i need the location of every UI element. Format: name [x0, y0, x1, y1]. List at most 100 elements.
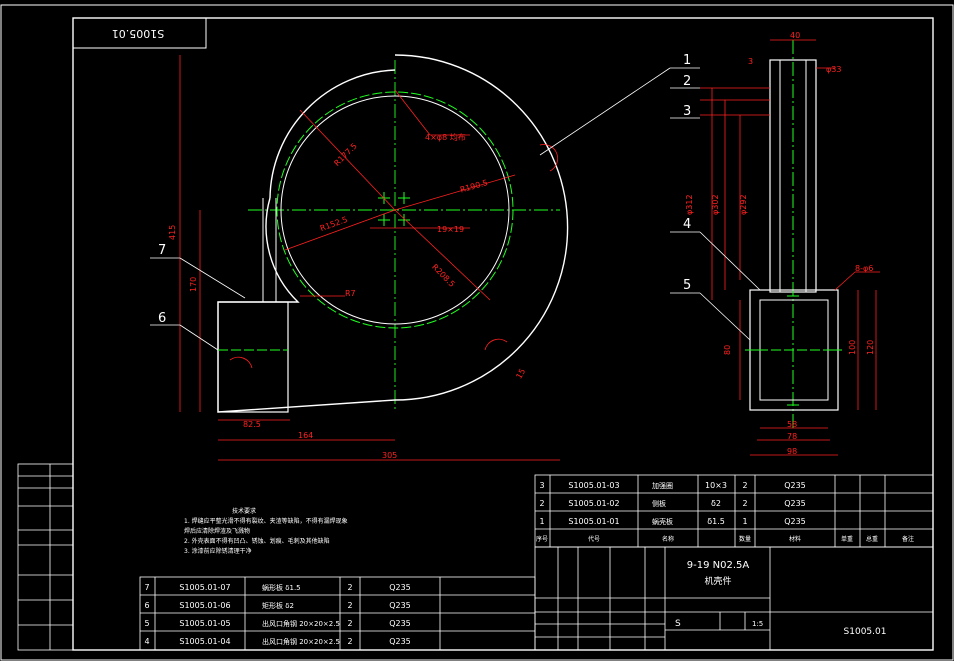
bom-upper-qty: 2 [742, 481, 747, 490]
notes-line-3: 2. 外壳表面不得有凹凸、锈蚀、划痕、毛刺及其他缺陷 [184, 537, 330, 545]
bom-upper-spec: 10×3 [705, 481, 727, 490]
bom-lower-name: 出风口角钢 20×20×2.5 [262, 637, 340, 646]
notes-heading: 技术要求 [232, 507, 256, 515]
scale-value: 1:5 [752, 620, 763, 628]
callout-1: 1 [683, 53, 691, 68]
callout-leaders [150, 67, 761, 351]
bom-lower-code: S1005.01-04 [179, 637, 230, 646]
side-view: 40 3 φ33 φ312 φ302 φ292 8-φ6 80 100 120 … [685, 31, 880, 456]
bom-upper-qty: 2 [742, 499, 747, 508]
bom-upper-header: 名称 [662, 535, 674, 543]
dim-angle15: 15 [514, 367, 527, 380]
bom-upper-name: 侧板 [652, 499, 666, 508]
technical-notes: 技术要求 1. 焊缝应平整光滑不得有裂纹、夹渣等缺陷，不得有漏焊现象 焊后应清除… [184, 507, 348, 555]
bom-upper-header: 序号 [536, 535, 548, 543]
bom-upper-header: 材料 [789, 535, 801, 543]
bom-lower-code: S1005.01-07 [179, 583, 230, 592]
bom-lower-mat: Q235 [389, 601, 411, 610]
bom-upper-name: 加强圈 [652, 481, 673, 490]
bom-lower-name: 蜗形板 δ1.5 [262, 583, 301, 592]
bom-upper-spec: δ1.5 [707, 517, 725, 526]
inner-border [72, 17, 934, 651]
dim-r208: R208.5 [430, 262, 456, 288]
dim-w82: 82.5 [243, 420, 261, 429]
bom-lower-mat: Q235 [389, 583, 411, 592]
dim-r152: R152.5 [319, 215, 349, 233]
dim-w78: 78 [787, 432, 797, 441]
bom-upper-mat: Q235 [784, 481, 806, 490]
callout-4: 4 [683, 217, 691, 232]
bom-lower-no: 5 [144, 619, 149, 628]
bom-lower-qty: 2 [347, 601, 352, 610]
dim-w164: 164 [298, 431, 313, 440]
bom-upper-no: 2 [539, 499, 544, 508]
title-tag-text: S1005.01 [112, 27, 164, 40]
bom-lower-rows: 7 S1005.01-07 蜗形板 δ1.5 2 Q235 6 S1005.01-06 矩形板… [144, 583, 410, 646]
bom-lower-qty: 2 [347, 637, 352, 646]
dim-holes8: 8-φ6 [855, 264, 873, 273]
bom-lower-no: 7 [144, 583, 149, 592]
dim-square: 19×19 [437, 225, 464, 234]
product-model: 9-19 N02.5A [687, 560, 750, 571]
bom-upper-mat: Q235 [784, 499, 806, 508]
drawing-number: S1005.01 [844, 627, 887, 637]
dim-w40: 40 [790, 31, 800, 40]
bom-upper-qty: 1 [742, 517, 747, 526]
bom-lower-code: S1005.01-05 [179, 619, 230, 628]
bom-lower-no: 4 [144, 637, 149, 646]
bom-upper-no: 1 [539, 517, 544, 526]
dim-h80: 80 [723, 345, 732, 355]
dim-h415: 415 [168, 225, 177, 240]
bom-upper-rows: 3 S1005.01-03 加强圈 10×3 2 Q235 2 S1005.01-02 侧板 δ2… [536, 481, 914, 543]
callout-2: 2 [683, 74, 691, 89]
bom-upper-spec: δ2 [711, 499, 721, 508]
bom-lower-code: S1005.01-06 [179, 601, 230, 610]
bom-upper-header: 单重 [841, 535, 853, 543]
dim-h100: 100 [848, 340, 857, 355]
bom-lower-name: 矩形板 δ2 [262, 601, 294, 610]
dim-h170: 170 [189, 277, 198, 292]
bom-upper-mat: Q235 [784, 517, 806, 526]
dim-d302: φ302 [711, 194, 720, 215]
dim-pipe: φ33 [826, 65, 841, 74]
notes-line-1: 1. 焊缝应平整光滑不得有裂纹、夹渣等缺陷，不得有漏焊现象 [184, 517, 348, 525]
notes-line-4: 3. 涂漆前应除锈清理干净 [184, 547, 252, 555]
dim-w58: 58 [787, 420, 797, 429]
bom-lower-name: 出风口角钢 20×20×2.5 [262, 619, 340, 628]
left-side-strip [17, 463, 74, 651]
bom-upper-code: S1005.01-01 [568, 517, 619, 526]
callout-5: 5 [683, 278, 691, 293]
notes-line-2: 焊后应清除焊渣及飞溅物 [184, 527, 250, 535]
bom-upper-header: 代号 [588, 535, 600, 543]
dim-t3: 3 [748, 57, 753, 66]
bom-upper-no: 3 [539, 481, 544, 490]
dim-h120: 120 [866, 340, 875, 355]
bom-upper-header: 总重 [866, 535, 878, 543]
bom-lower-qty: 2 [347, 583, 352, 592]
dim-r190: R190.5 [459, 178, 489, 194]
material-mark: S [675, 619, 681, 629]
outer-border [0, 4, 954, 661]
dim-d292: φ292 [739, 194, 748, 215]
bom-upper-header: 备注 [902, 535, 914, 543]
cad-drawing: S1005.01 R177.5 R190.5 R152.5 R208.5 4×φ… [0, 4, 954, 661]
dim-holes: 4×φ8 均布 [425, 132, 466, 142]
bom-upper-name: 蜗壳板 [652, 517, 673, 526]
bom-lower-no: 6 [144, 601, 149, 610]
dim-w98: 98 [787, 447, 797, 456]
front-view: R177.5 R190.5 R152.5 R208.5 4×φ8 均布 19×1… [168, 54, 569, 461]
dim-d312: φ312 [685, 194, 694, 215]
dim-w305: 305 [382, 451, 397, 460]
bom-upper-code: S1005.01-03 [568, 481, 619, 490]
dim-r177: R177.5 [332, 141, 358, 167]
bom-upper-header: 数量 [739, 535, 751, 543]
dim-r7: R7 [345, 289, 356, 298]
bom-upper-code: S1005.01-02 [568, 499, 619, 508]
callout-6: 6 [158, 311, 166, 326]
bom-lower-qty: 2 [347, 619, 352, 628]
callout-7: 7 [158, 243, 166, 258]
product-name: 机壳件 [704, 575, 731, 587]
callout-3: 3 [683, 104, 691, 119]
bom-lower-mat: Q235 [389, 619, 411, 628]
bom-lower-mat: Q235 [389, 637, 411, 646]
